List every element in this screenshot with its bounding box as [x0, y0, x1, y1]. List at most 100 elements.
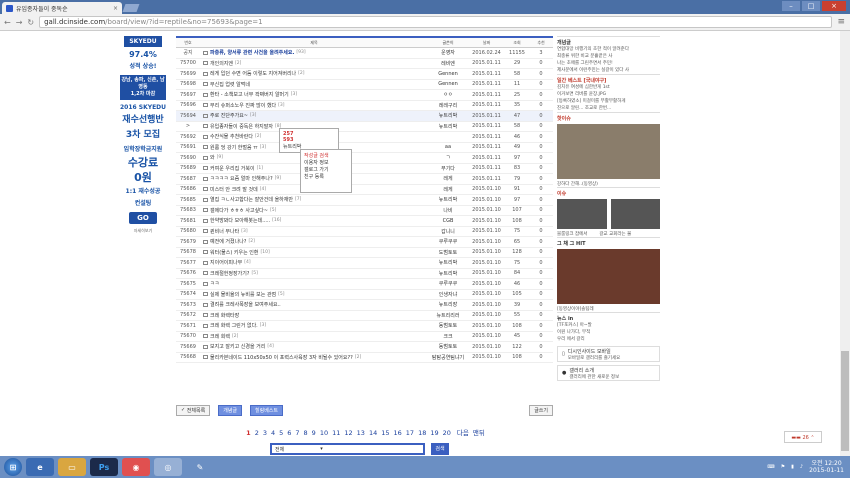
post-title[interactable]: 환타 - 소책보고 너무 꽉쩌버지 알머기: [210, 91, 289, 98]
post-title-cell[interactable]: 열집 ㅋㄴ사고합다는 잘안건데 올하재만 [7]: [200, 196, 428, 203]
post-writer[interactable]: Gennen: [428, 71, 468, 77]
post-title[interactable]: 퀸비너 무나타: [210, 228, 239, 235]
post-title[interactable]: 보지고 잘키고 신경을 거리: [210, 343, 265, 350]
post-title[interactable]: 무리 슈퍼소노우 진짜 많이 했다: [210, 102, 276, 109]
comment-count[interactable]: [3]: [250, 113, 256, 118]
comment-count[interactable]: [93]: [296, 50, 305, 55]
keyboard-icon[interactable]: ⌨: [767, 464, 774, 470]
comment-count[interactable]: [3]: [260, 323, 266, 328]
table-row[interactable]: 75696 무리 슈퍼소노우 진짜 많이 했다 [3] 레레구리 2015.01.…: [176, 101, 553, 111]
table-row[interactable]: 75689 커여운 우리집 거북이 [1] 부기다 2015.01.11 83 0: [176, 164, 553, 174]
sidebar-item[interactable]: 우리 에서 갈리: [557, 336, 660, 343]
comment-count[interactable]: [4]: [260, 187, 266, 192]
post-writer[interactable]: 뉴트리리러: [428, 312, 468, 319]
comment-count[interactable]: [3]: [278, 103, 284, 108]
page-link[interactable]: 8: [304, 429, 308, 437]
post-title-cell[interactable]: 무신집 업렷 알먹네: [200, 81, 428, 88]
table-row[interactable]: 75691 원룸 엉 강기 한벌음 ㅠ [3] aa 2015.01.11 49 …: [176, 143, 553, 153]
post-title-cell[interactable]: 예전에 거졌나나? [2]: [200, 238, 428, 245]
comment-count[interactable]: [3]: [291, 92, 297, 97]
post-title[interactable]: 실제 물비율의 뉴비를 보는 관점: [210, 291, 276, 298]
post-writer[interactable]: ㄱ: [428, 154, 468, 161]
post-title[interactable]: 한약방봐다 모아해봇는데.....: [210, 217, 270, 224]
side-advert[interactable]: SKYEDU 97.4% 성적 상승! 강남, 송파, 신촌, 남영동 1,2차 …: [118, 36, 168, 328]
sidebar-item[interactable]: 이원 나가다, 무적: [557, 329, 660, 336]
sidebar-item[interactable]: [TF포커스] 아~발: [557, 322, 660, 329]
post-title-cell[interactable]: 크레 회렉 [2]: [200, 333, 428, 340]
sidebar-item[interactable]: [등록하였소] 미걸미를 부활부활하게: [557, 98, 660, 105]
write-button[interactable]: 글쓰기: [529, 404, 553, 416]
recommend-button[interactable]: 개념글: [218, 404, 242, 416]
flag-icon[interactable]: ⚑: [781, 464, 785, 470]
table-row[interactable]: 75679 예전에 거졌나나? [2] 쿠루쿠쿠 2015.01.10 65 0: [176, 237, 553, 248]
post-title[interactable]: 레게 입던 수면 어둠 이렇도 지어져버리나: [210, 70, 296, 77]
post-title-cell[interactable]: 무리 슈퍼소노우 진짜 많이 했다 [3]: [200, 102, 428, 109]
post-writer[interactable]: 인생자냐: [428, 291, 468, 298]
table-row[interactable]: 75678 워터(물스) 키우는 인환 [10] 도범토토 2015.01.10 …: [176, 248, 553, 258]
post-writer[interactable]: Gennen: [428, 81, 468, 87]
table-row[interactable]: 75692 수잔식물 추천바란다 [2] 2015.01.11 46 0: [176, 132, 553, 143]
post-title-cell[interactable]: 결려를 크레사폭장을 보여주세요..: [200, 301, 428, 308]
post-title[interactable]: 와: [210, 154, 215, 161]
page-link[interactable]: 9: [312, 429, 316, 437]
post-writer[interactable]: 레레구리: [428, 102, 468, 109]
comment-count[interactable]: [9]: [275, 176, 281, 181]
page-link[interactable]: 11: [332, 429, 340, 437]
ad-go-button[interactable]: GO: [129, 212, 157, 224]
new-tab-button[interactable]: [122, 4, 140, 12]
best-button[interactable]: 힐링베스트: [250, 404, 284, 416]
sidebar-item[interactable]: 김치유 여성에 심한반게 1st: [557, 84, 660, 91]
post-title-cell[interactable]: 크레 화렉타장: [200, 312, 428, 319]
back-icon[interactable]: ←: [4, 18, 11, 27]
table-row[interactable]: 75700 개인의지엔 [2] 레비엔 2015.01.11 29 0: [176, 59, 553, 69]
close-window-icon[interactable]: ×: [822, 1, 846, 11]
post-title-cell[interactable]: 실제 물비율의 뉴비를 보는 관점 [5]: [200, 291, 428, 298]
post-writer[interactable]: 레게: [428, 186, 468, 193]
post-title[interactable]: 결려를 크레사폭장을 보여주세요..: [210, 301, 281, 308]
table-row[interactable]: 75685 열집 ㅋㄴ사고합다는 잘안건데 올하재만 [7] 뉴트리박 2015.…: [176, 195, 553, 206]
page-link[interactable]: 4: [271, 429, 275, 437]
media-icon[interactable]: ◉: [122, 458, 150, 476]
comment-count[interactable]: [4]: [267, 344, 273, 349]
comment-count[interactable]: [3]: [241, 229, 247, 234]
post-title[interactable]: ㅋㅋㅋㅋ 요즘 얼마 인해주나?: [210, 175, 273, 182]
post-writer[interactable]: ㅇㅇ: [428, 91, 468, 98]
issue-caption-b[interactable]: 갈교 교회라는 불: [599, 231, 631, 237]
dropdown-icon[interactable]: ▾: [320, 446, 323, 452]
post-writer[interactable]: 뉴트리박: [428, 112, 468, 119]
page-link[interactable]: 2: [255, 429, 259, 437]
post-title[interactable]: 워터(물스) 키우는 인환: [210, 249, 258, 256]
table-row[interactable]: 75673 결려를 크레사폭장을 보여주세요.. 뉴트리장 2015.01.10…: [176, 300, 553, 311]
post-writer[interactable]: 동범토토: [428, 322, 468, 329]
table-row[interactable]: 75686 미스터 안 크려 말 것데 [4] 레게 2015.01.10 91 …: [176, 185, 553, 195]
comment-count[interactable]: [2]: [255, 134, 261, 139]
comment-count[interactable]: [1]: [257, 166, 263, 171]
table-row[interactable]: 75672 크레 화렉타장 뉴트리리러 2015.01.10 55 0: [176, 311, 553, 321]
post-writer[interactable]: 뉴트리장: [428, 301, 468, 308]
sidebar-item[interactable]: 나는 초애를 그린주면서 주민!: [557, 60, 660, 67]
hot-issue-image[interactable]: [557, 124, 660, 179]
table-row[interactable]: 75670 크레 회렉 [2] 크크 2015.01.10 45 0: [176, 332, 553, 342]
menu-user-info[interactable]: 이용자 정보: [304, 160, 348, 167]
page-link[interactable]: 5: [279, 429, 283, 437]
post-title[interactable]: 크레절헌정장가기?: [210, 270, 249, 277]
table-row[interactable]: 75690 와 [9] ㄱ 2015.01.11 97 0: [176, 153, 553, 164]
paint-icon[interactable]: ✎: [186, 458, 214, 476]
post-title[interactable]: 크레 회렉: [210, 333, 230, 340]
close-tab-icon[interactable]: ×: [113, 5, 118, 12]
post-title[interactable]: 수잔식물 추천바란다: [210, 133, 253, 140]
comment-count[interactable]: [2]: [235, 61, 241, 66]
chrome-icon[interactable]: ◎: [154, 458, 182, 476]
table-row[interactable]: > 유입종자들이 중독은 하지말자 [8] 뉴트리박 2015.01.11 58 …: [176, 122, 553, 132]
photoshop-icon[interactable]: Ps: [90, 458, 118, 476]
post-title[interactable]: 미스터 안 크려 말 것데: [210, 186, 258, 193]
page-link[interactable]: 10: [320, 429, 328, 437]
maximize-icon[interactable]: □: [802, 1, 820, 11]
clock[interactable]: 오전 12:20 2015-01-11: [809, 460, 844, 474]
post-title-cell[interactable]: 갤에다가 ㅎㅎㅎ 사고싶다~ [5]: [200, 207, 428, 214]
post-title[interactable]: 원룸 엉 강기 한벌음 ㅠ: [210, 144, 258, 151]
post-title[interactable]: 개인의지엔: [210, 60, 233, 67]
menu-gallog[interactable]: 갤로그 가기: [304, 167, 348, 174]
post-title-cell[interactable]: 주로 진단주가요~ [3]: [200, 112, 428, 119]
comment-count[interactable]: [16]: [272, 218, 281, 223]
